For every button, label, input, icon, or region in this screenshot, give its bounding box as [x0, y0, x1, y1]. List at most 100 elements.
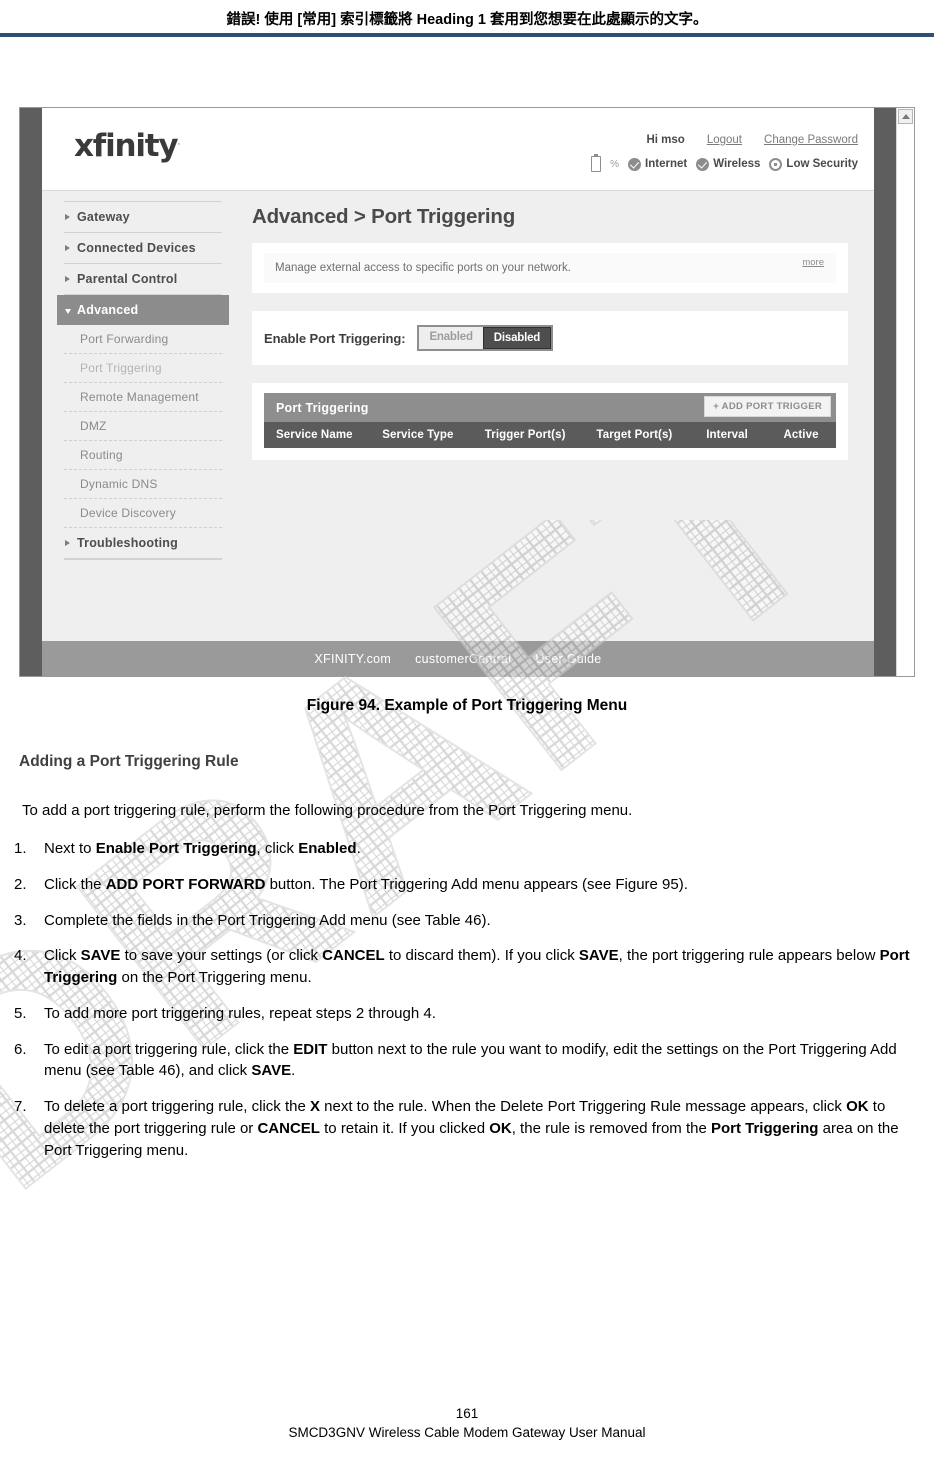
- chevron-right-icon: [65, 214, 70, 220]
- step-emphasis: Enable Port Triggering: [95, 840, 257, 857]
- status-wireless[interactable]: Wireless: [696, 157, 761, 171]
- chevron-down-icon: [65, 309, 71, 314]
- toggle-option-disabled[interactable]: Disabled: [482, 327, 552, 349]
- procedure-step: Complete the fields in the Port Triggeri…: [14, 910, 920, 932]
- step-text: to retain it. If you clicked: [319, 1119, 490, 1137]
- section-intro: To add a port triggering rule, perform t…: [22, 802, 633, 819]
- toggle-option-enabled[interactable]: Enabled: [419, 327, 483, 349]
- step-emphasis: X: [309, 1098, 320, 1115]
- step-emphasis: SAVE: [578, 947, 619, 965]
- step-text: Click: [44, 947, 81, 965]
- browser-window: xfinity. Hi mso Logout Change Password %…: [20, 108, 914, 676]
- status-wireless-label: Wireless: [713, 158, 761, 170]
- step-text: next to the rule. When the Delete Port T…: [320, 1098, 847, 1115]
- step-text: to discard them). If you click: [384, 947, 579, 965]
- trademark-mark: .: [177, 137, 181, 148]
- description-inner: Manage external access to specific ports…: [264, 253, 836, 283]
- procedure-step: To delete a port triggering rule, click …: [14, 1096, 920, 1161]
- procedure-step: To add more port triggering rules, repea…: [14, 1003, 920, 1025]
- sidebar-item-advanced[interactable]: Advanced: [57, 295, 229, 325]
- step-emphasis: EDIT: [293, 1040, 328, 1058]
- footer-link-user-guide[interactable]: User Guide: [535, 652, 601, 666]
- chevron-right-icon: [65, 540, 70, 546]
- description-panel: Manage external access to specific ports…: [252, 243, 848, 293]
- status-security[interactable]: Low Security: [769, 157, 858, 171]
- status-internet-label: Internet: [645, 158, 688, 170]
- main-content: Advanced > Port Triggering Manage extern…: [240, 191, 874, 641]
- sidebar-item-label: Gateway: [77, 210, 130, 224]
- sidebar-item-port-triggering[interactable]: Port Triggering: [64, 354, 222, 383]
- shield-icon: [769, 157, 783, 171]
- enable-port-triggering-label: Enable Port Triggering:: [264, 330, 406, 346]
- sidebar-item-connected-devices[interactable]: Connected Devices: [64, 233, 222, 264]
- logout-link[interactable]: Logout: [707, 134, 742, 146]
- figure-screenshot: xfinity. Hi mso Logout Change Password %…: [19, 107, 915, 677]
- figure-caption: Figure 94. Example of Port Triggering Me…: [306, 697, 628, 714]
- header-links: Hi mso Logout Change Password: [646, 134, 858, 146]
- sidebar-item-label: Advanced: [77, 303, 139, 317]
- router-page: xfinity. Hi mso Logout Change Password %…: [42, 108, 874, 676]
- sidebar-item-device-discovery[interactable]: Device Discovery: [64, 499, 222, 528]
- window-right-gutter: [874, 108, 896, 676]
- sidebar-item-label: Parental Control: [77, 272, 178, 286]
- header-status-bar: % Internet Wireless Low Security: [591, 154, 858, 172]
- change-password-link[interactable]: Change Password: [764, 134, 858, 146]
- column-header-target-ports: Target Port(s): [596, 429, 673, 441]
- sidebar-item-parental-control[interactable]: Parental Control: [64, 264, 222, 295]
- sidebar-item-dmz[interactable]: DMZ: [64, 412, 222, 441]
- step-text: To edit a port triggering rule, click th…: [44, 1040, 294, 1058]
- sidebar-item-dynamic-dns[interactable]: Dynamic DNS: [64, 470, 222, 499]
- sidebar-item-routing[interactable]: Routing: [64, 441, 222, 470]
- sidebar-item-remote-management[interactable]: Remote Management: [64, 383, 222, 412]
- chevron-right-icon: [65, 245, 70, 251]
- step-text: Next to: [44, 840, 96, 857]
- section-heading: Adding a Port Triggering Rule: [19, 753, 239, 770]
- step-text: .: [356, 840, 361, 857]
- procedure-step: Next to Enable Port Triggering, click En…: [14, 838, 920, 860]
- page-title: Advanced > Port Triggering: [252, 205, 516, 228]
- battery-icon: [591, 154, 602, 172]
- document-footer: 161 SMCD3GNV Wireless Cable Modem Gatewa…: [0, 1406, 934, 1440]
- step-emphasis: Port Triggering: [710, 1119, 819, 1137]
- router-header: xfinity. Hi mso Logout Change Password %…: [42, 108, 874, 190]
- column-header-interval: Interval: [706, 429, 748, 441]
- step-text: Complete the fields in the Port Triggeri…: [44, 911, 491, 929]
- sidebar-item-troubleshooting[interactable]: Troubleshooting: [64, 528, 222, 559]
- add-port-trigger-button[interactable]: + ADD PORT TRIGGER: [704, 396, 831, 417]
- step-text: button. The Port Triggering Add menu app…: [265, 875, 688, 893]
- sidebar-item-label: Connected Devices: [77, 241, 196, 255]
- sidebar-item-port-forwarding[interactable]: Port Forwarding: [64, 325, 222, 354]
- procedure-steps: Next to Enable Port Triggering, click En…: [0, 838, 934, 1175]
- sidebar-item-gateway[interactable]: Gateway: [64, 202, 222, 233]
- column-header-service-name: Service Name: [276, 429, 353, 441]
- step-emphasis: OK: [489, 1119, 512, 1137]
- procedure-step: To edit a port triggering rule, click th…: [14, 1039, 920, 1083]
- status-internet[interactable]: Internet: [628, 157, 688, 171]
- sidebar-nav: Gateway Connected Devices Parental Contr…: [42, 191, 240, 641]
- battery-percent-label: %: [610, 158, 620, 170]
- step-emphasis: OK: [846, 1098, 869, 1115]
- page-running-head: 錯誤! 使用 [常用] 索引標籤將 Heading 1 套用到您想要在此處顯示的…: [226, 12, 708, 28]
- step-emphasis: ADD PORT FORWARD: [105, 875, 266, 893]
- manual-title: SMCD3GNV Wireless Cable Modem Gateway Us…: [288, 1425, 646, 1440]
- enable-port-triggering-toggle[interactable]: Enabled Disabled: [417, 325, 554, 351]
- page-head-rule: [0, 33, 934, 37]
- step-text: .: [291, 1062, 296, 1080]
- window-left-gutter: [20, 108, 42, 676]
- footer-link-xfinity[interactable]: XFINITY.com: [314, 652, 391, 666]
- check-circle-icon: [628, 157, 642, 171]
- column-header-trigger-ports: Trigger Port(s): [484, 429, 566, 441]
- table-title-bar: Port Triggering + ADD PORT TRIGGER: [264, 393, 836, 422]
- procedure-step: Click SAVE to save your settings (or cli…: [14, 945, 920, 989]
- table-header-row: Service Name Service Type Trigger Port(s…: [264, 422, 836, 448]
- step-text: on the Port Triggering menu.: [117, 969, 312, 986]
- scroll-up-icon[interactable]: [898, 109, 913, 124]
- step-text: , the port triggering rule appears below: [618, 947, 880, 965]
- enable-toggle-panel: Enable Port Triggering: Enabled Disabled: [252, 311, 848, 365]
- xfinity-logo-text: xfinity: [74, 128, 179, 164]
- vertical-scrollbar[interactable]: [896, 108, 914, 676]
- step-emphasis: Enabled: [298, 840, 357, 857]
- more-link[interactable]: more: [802, 257, 824, 268]
- footer-link-customer-central[interactable]: customerCentral: [415, 652, 511, 666]
- sidebar-bottom-divider: [64, 559, 222, 560]
